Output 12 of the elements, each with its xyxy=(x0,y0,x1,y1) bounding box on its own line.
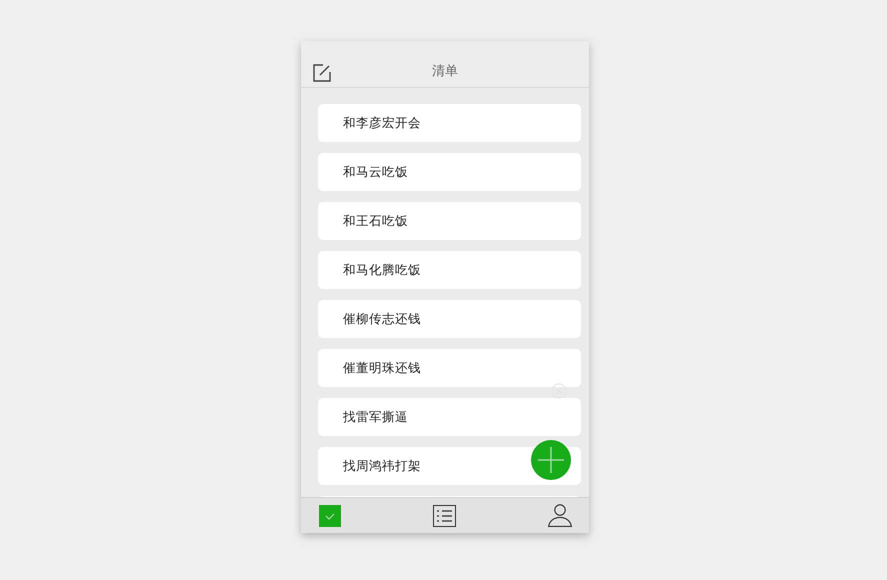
edit-icon[interactable] xyxy=(313,64,331,82)
todo-item[interactable]: 和马化腾吃饭 xyxy=(318,251,581,289)
person-icon[interactable] xyxy=(548,504,572,527)
todo-item[interactable]: 催柳传志还钱 xyxy=(318,300,581,338)
list-icon[interactable] xyxy=(433,504,456,526)
todo-item[interactable]: 和马云吃饭 xyxy=(318,153,581,191)
todo-item[interactable]: 和李彦宏开会 xyxy=(318,104,581,142)
todo-item[interactable]: 和王石吃饭 xyxy=(318,202,581,240)
header-title: 清单 xyxy=(432,62,458,80)
checkbox-icon[interactable] xyxy=(319,504,341,526)
todo-item[interactable]: 找雷军撕逼 xyxy=(318,398,581,436)
todo-item[interactable]: 催董明珠还钱 xyxy=(318,349,581,387)
